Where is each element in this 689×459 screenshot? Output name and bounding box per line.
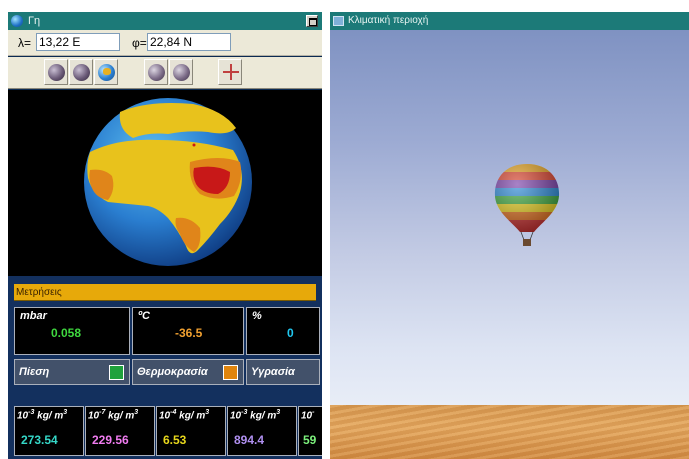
earth-window: Γη λ= 13,22 E φ= 22,84 N Μετρήσεις mbar … xyxy=(8,12,322,459)
density-cell: 10-3 kg/ m3 273.54 xyxy=(14,406,84,456)
density-value: 6.53 xyxy=(163,433,187,447)
temperature-swatch xyxy=(223,365,238,380)
pressure-unit: mbar xyxy=(20,310,47,322)
earth-window-titlebar[interactable]: Γη xyxy=(8,12,322,30)
toolbar xyxy=(8,57,322,89)
density-cell: 10-3 kg/ m3 894.4 xyxy=(227,406,297,456)
pressure-toggle[interactable]: Πίεση xyxy=(14,359,130,385)
temperature-value: -36.5 xyxy=(175,326,203,340)
latitude-field[interactable]: 22,84 N xyxy=(147,33,231,51)
density-cell: 10-4 kg/ m3 6.53 xyxy=(156,406,226,456)
density-value: 273.54 xyxy=(21,433,58,447)
hot-air-balloon xyxy=(494,164,560,246)
temperature-unit: ºC xyxy=(138,310,150,322)
density-unit: 10-3 kg/ m3 xyxy=(17,409,68,422)
moon-ball-icon xyxy=(48,64,65,81)
rotate-left-button[interactable] xyxy=(144,59,168,85)
density-unit: 10- xyxy=(301,409,315,422)
coordinates-bar: λ= 13,22 E φ= 22,84 N xyxy=(8,30,322,56)
earth-globe xyxy=(84,98,252,266)
globe-icon xyxy=(98,64,115,81)
moon-ball-icon xyxy=(73,64,90,81)
pressure-value: 0.058 xyxy=(51,326,82,340)
humidity-unit: % xyxy=(252,310,262,322)
density-value: 59 xyxy=(303,433,317,447)
latitude-label: φ= xyxy=(132,36,147,50)
humidity-label: Υγρασία xyxy=(251,366,295,378)
location-marker xyxy=(192,143,196,147)
pressure-label: Πίεση xyxy=(19,366,50,378)
density-cell: 10- 59 xyxy=(298,406,322,456)
pressure-swatch xyxy=(109,365,124,380)
temperature-label: Θερμοκρασία xyxy=(137,366,208,378)
density-value: 894.4 xyxy=(234,433,265,447)
compass-cross-icon xyxy=(223,64,239,80)
longitude-label: λ= xyxy=(18,36,32,50)
balloon-basket xyxy=(523,239,531,246)
maximize-button[interactable] xyxy=(306,15,318,27)
density-value: 229.56 xyxy=(92,433,129,447)
window-title: Κλιματική περιοχή xyxy=(348,15,429,26)
humidity-value: 0 xyxy=(287,326,294,340)
moon-half-icon xyxy=(148,64,165,81)
compass-button[interactable] xyxy=(218,59,242,85)
window-title: Γη xyxy=(28,15,41,27)
earth-view-button[interactable] xyxy=(94,59,118,85)
longitude-field[interactable]: 13,22 E xyxy=(36,33,120,51)
window-divider xyxy=(322,12,330,459)
humidity-toggle[interactable]: Υγρασία xyxy=(246,359,320,385)
globe-view[interactable] xyxy=(8,90,322,276)
density-row: 10-3 kg/ m3 273.54 10-7 kg/ m3 229.56 10… xyxy=(14,406,322,456)
density-unit: 10-4 kg/ m3 xyxy=(159,409,210,422)
measurements-header: Μετρήσεις xyxy=(14,284,316,301)
pressure-cell: mbar 0.058 xyxy=(14,307,130,355)
measurements-panel: Μετρήσεις mbar 0.058 ºC -36.5 % 0 Πίεση … xyxy=(8,276,322,459)
climate-window: Κλιματική περιοχή xyxy=(330,12,689,459)
moon-half-icon xyxy=(173,64,190,81)
window-icon xyxy=(333,16,344,26)
temperature-toggle[interactable]: Θερμοκρασία xyxy=(132,359,244,385)
temperature-cell: ºC -36.5 xyxy=(132,307,244,355)
density-unit: 10-3 kg/ m3 xyxy=(230,409,281,422)
humidity-cell: % 0 xyxy=(246,307,320,355)
earth-icon xyxy=(11,15,23,27)
rotate-right-button[interactable] xyxy=(169,59,193,85)
density-cell: 10-7 kg/ m3 229.56 xyxy=(85,406,155,456)
desktop: Γη λ= 13,22 E φ= 22,84 N Μετρήσεις mbar … xyxy=(0,0,689,459)
moon-view-button-2[interactable] xyxy=(69,59,93,85)
density-unit: 10-7 kg/ m3 xyxy=(88,409,139,422)
desert-sand xyxy=(330,405,689,459)
climate-window-titlebar[interactable]: Κλιματική περιοχή xyxy=(330,12,689,30)
moon-view-button-1[interactable] xyxy=(44,59,68,85)
